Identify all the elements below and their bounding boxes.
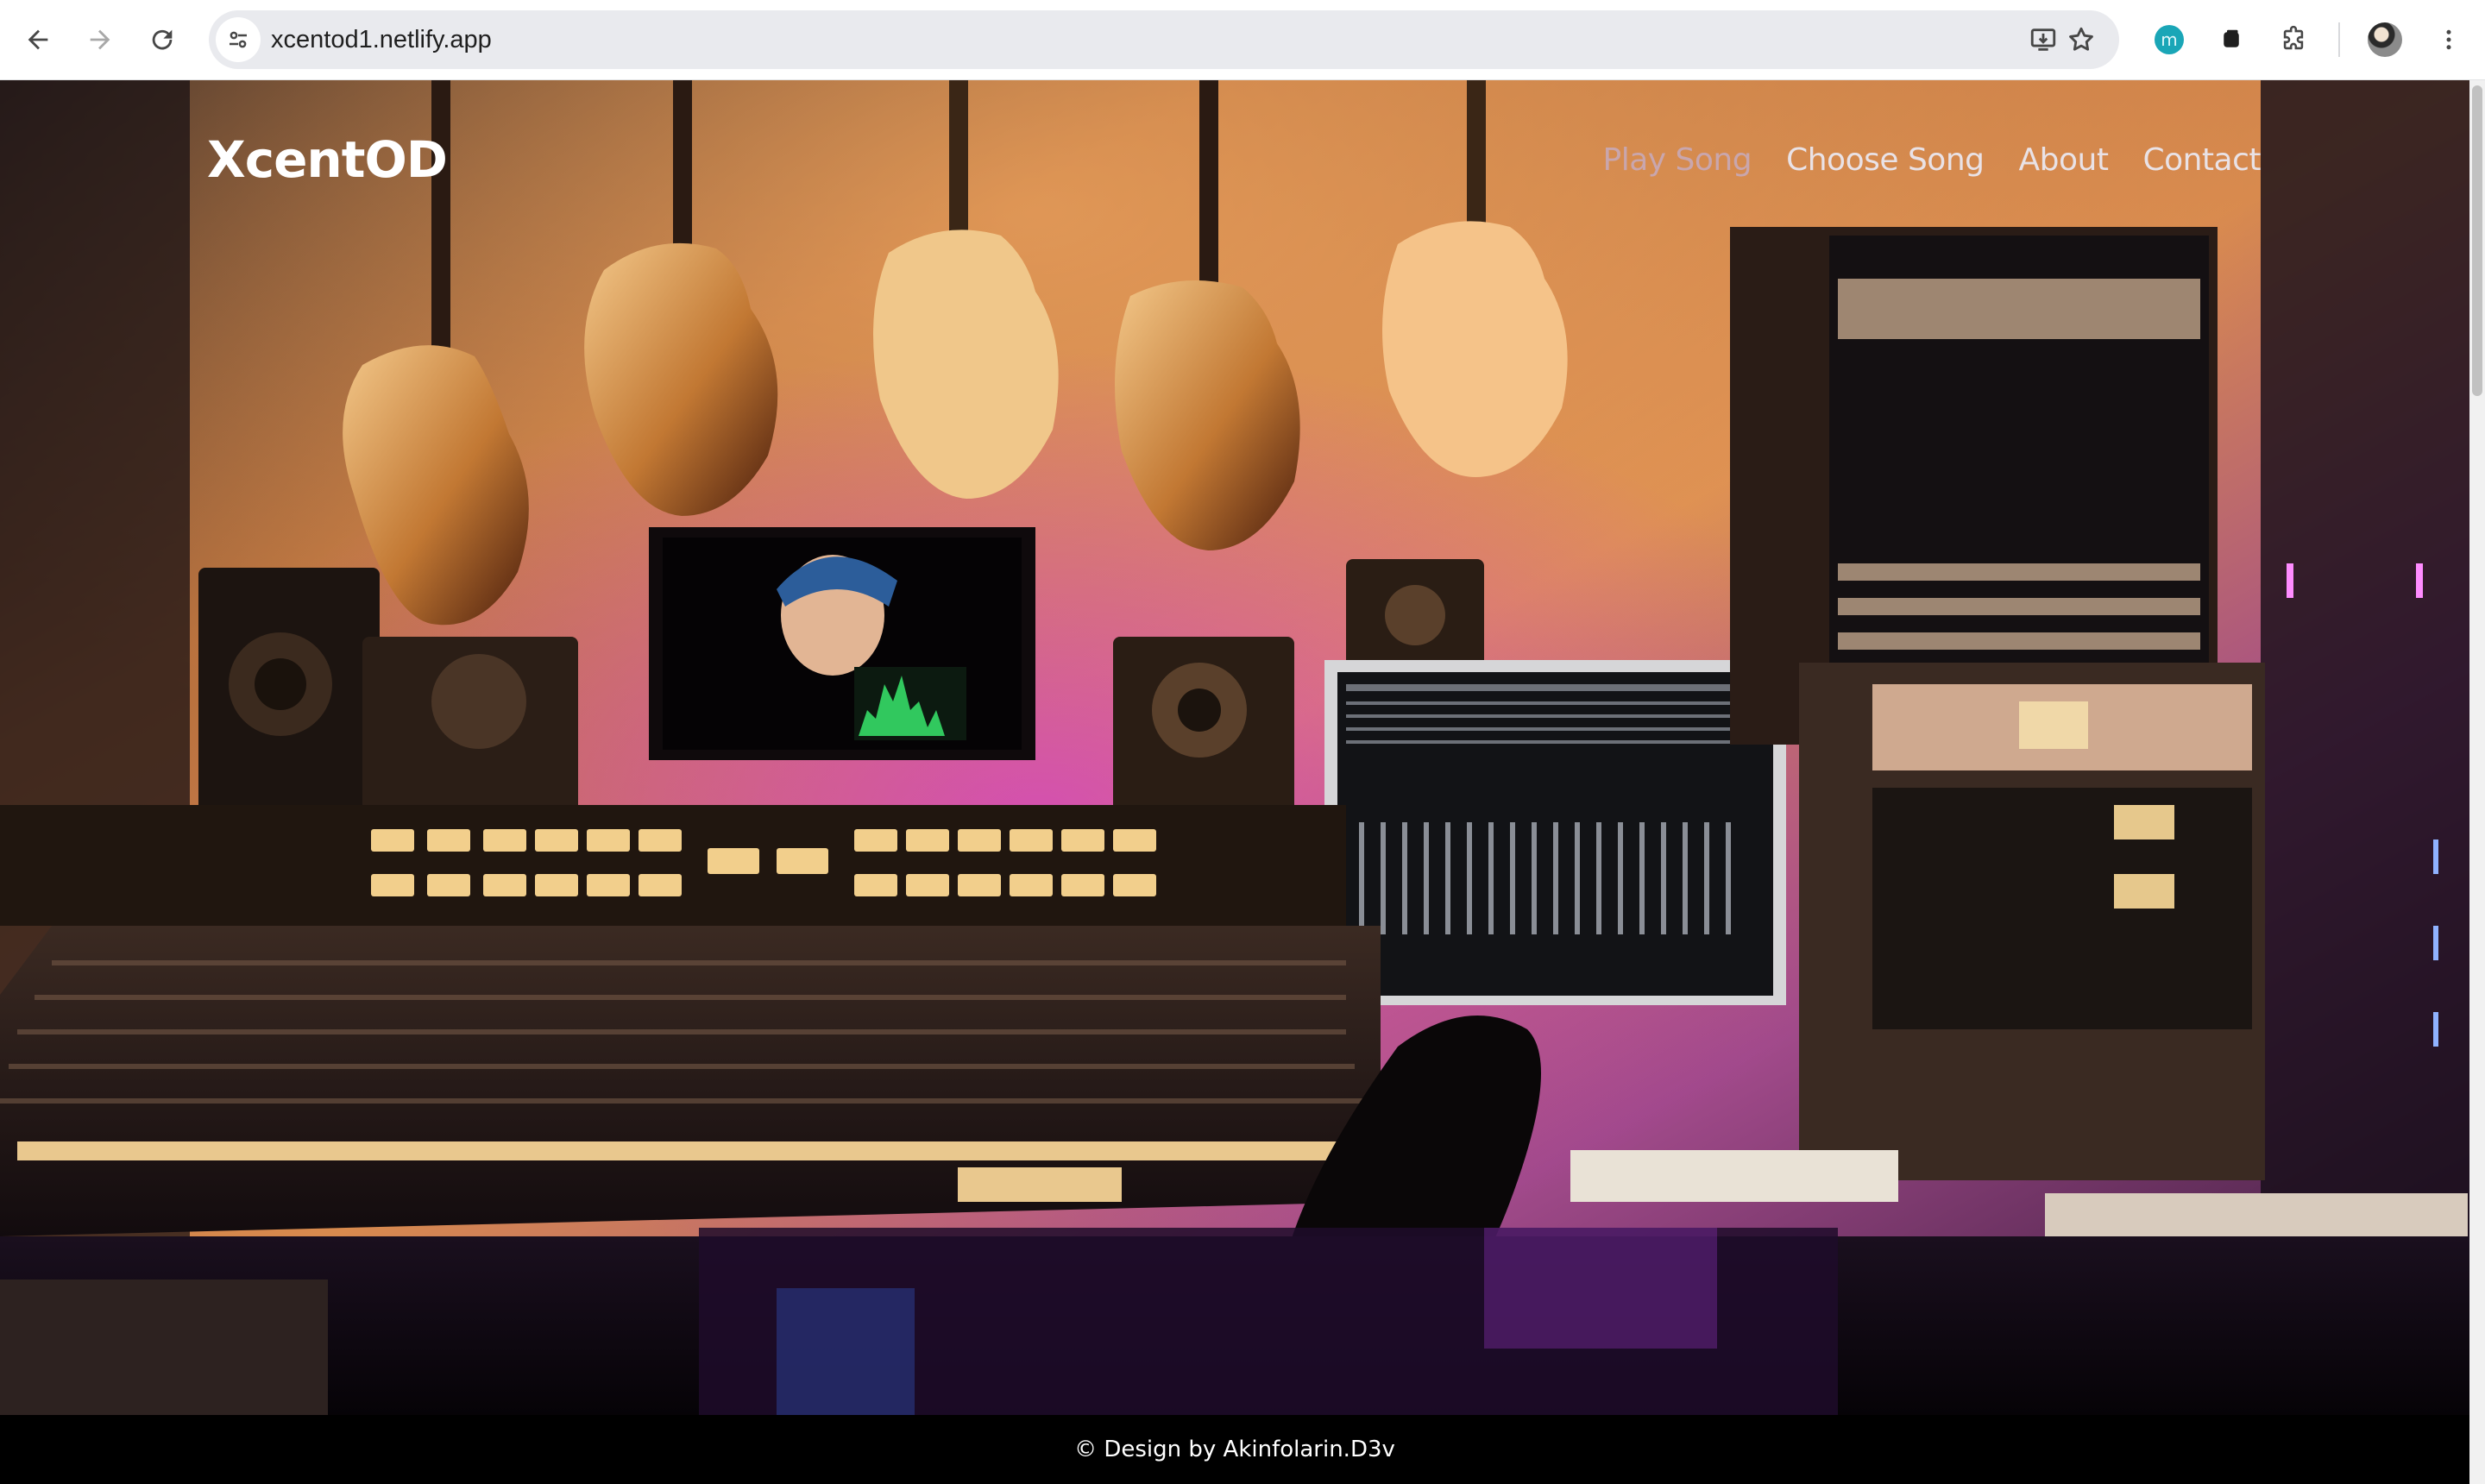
extension-square-icon	[2224, 29, 2239, 47]
browser-toolbar: xcentod1.netlify.app m	[0, 0, 2485, 80]
extension-m-button[interactable]: m	[2152, 22, 2186, 57]
address-bar[interactable]: xcentod1.netlify.app	[209, 10, 2119, 69]
footer: © Design by Akinfolarin.D3v	[0, 1415, 2469, 1484]
back-button[interactable]	[21, 22, 55, 57]
bookmark-button[interactable]	[2064, 22, 2098, 57]
reload-button[interactable]	[145, 22, 179, 57]
web-page: XcentOD Play Song Choose Song About Cont…	[0, 80, 2469, 1484]
tune-icon	[230, 31, 247, 48]
avatar	[2368, 22, 2402, 57]
url-text[interactable]: xcentod1.netlify.app	[271, 10, 492, 69]
nav-play-song[interactable]: Play Song	[1603, 142, 1752, 178]
forward-button[interactable]	[83, 22, 117, 57]
site-info-button[interactable]	[216, 17, 261, 62]
puzzle-icon	[2283, 25, 2304, 50]
extensions-button[interactable]	[2276, 22, 2311, 57]
hero-section: XcentOD Play Song Choose Song About Cont…	[0, 80, 2469, 1415]
nav-choose-song[interactable]: Choose Song	[1786, 142, 1985, 178]
nav-about[interactable]: About	[2019, 142, 2109, 178]
install-app-icon	[2030, 28, 2056, 51]
browser-menu-button[interactable]	[2432, 22, 2466, 57]
studio-background-image	[0, 80, 2469, 1415]
footer-credit: © Design by Akinfolarin.D3v	[1074, 1437, 1395, 1462]
install-app-button[interactable]	[2026, 22, 2060, 57]
extension-m-icon: m	[2155, 25, 2184, 54]
toolbar-divider	[2338, 22, 2340, 57]
star-icon	[2069, 27, 2093, 51]
site-logo[interactable]: XcentOD	[207, 130, 448, 189]
page-scrollbar[interactable]	[2469, 80, 2485, 1484]
arrow-right-icon	[90, 29, 110, 50]
nav-contact[interactable]: Contact	[2142, 142, 2261, 178]
reload-icon	[152, 29, 173, 50]
main-nav: Play Song Choose Song About Contact	[1603, 142, 2262, 178]
kebab-menu-icon	[2446, 29, 2451, 50]
scrollbar-thumb[interactable]	[2472, 85, 2482, 396]
profile-button[interactable]	[2368, 22, 2402, 57]
arrow-left-icon	[28, 29, 48, 50]
extension-dark-button[interactable]	[2214, 22, 2249, 57]
